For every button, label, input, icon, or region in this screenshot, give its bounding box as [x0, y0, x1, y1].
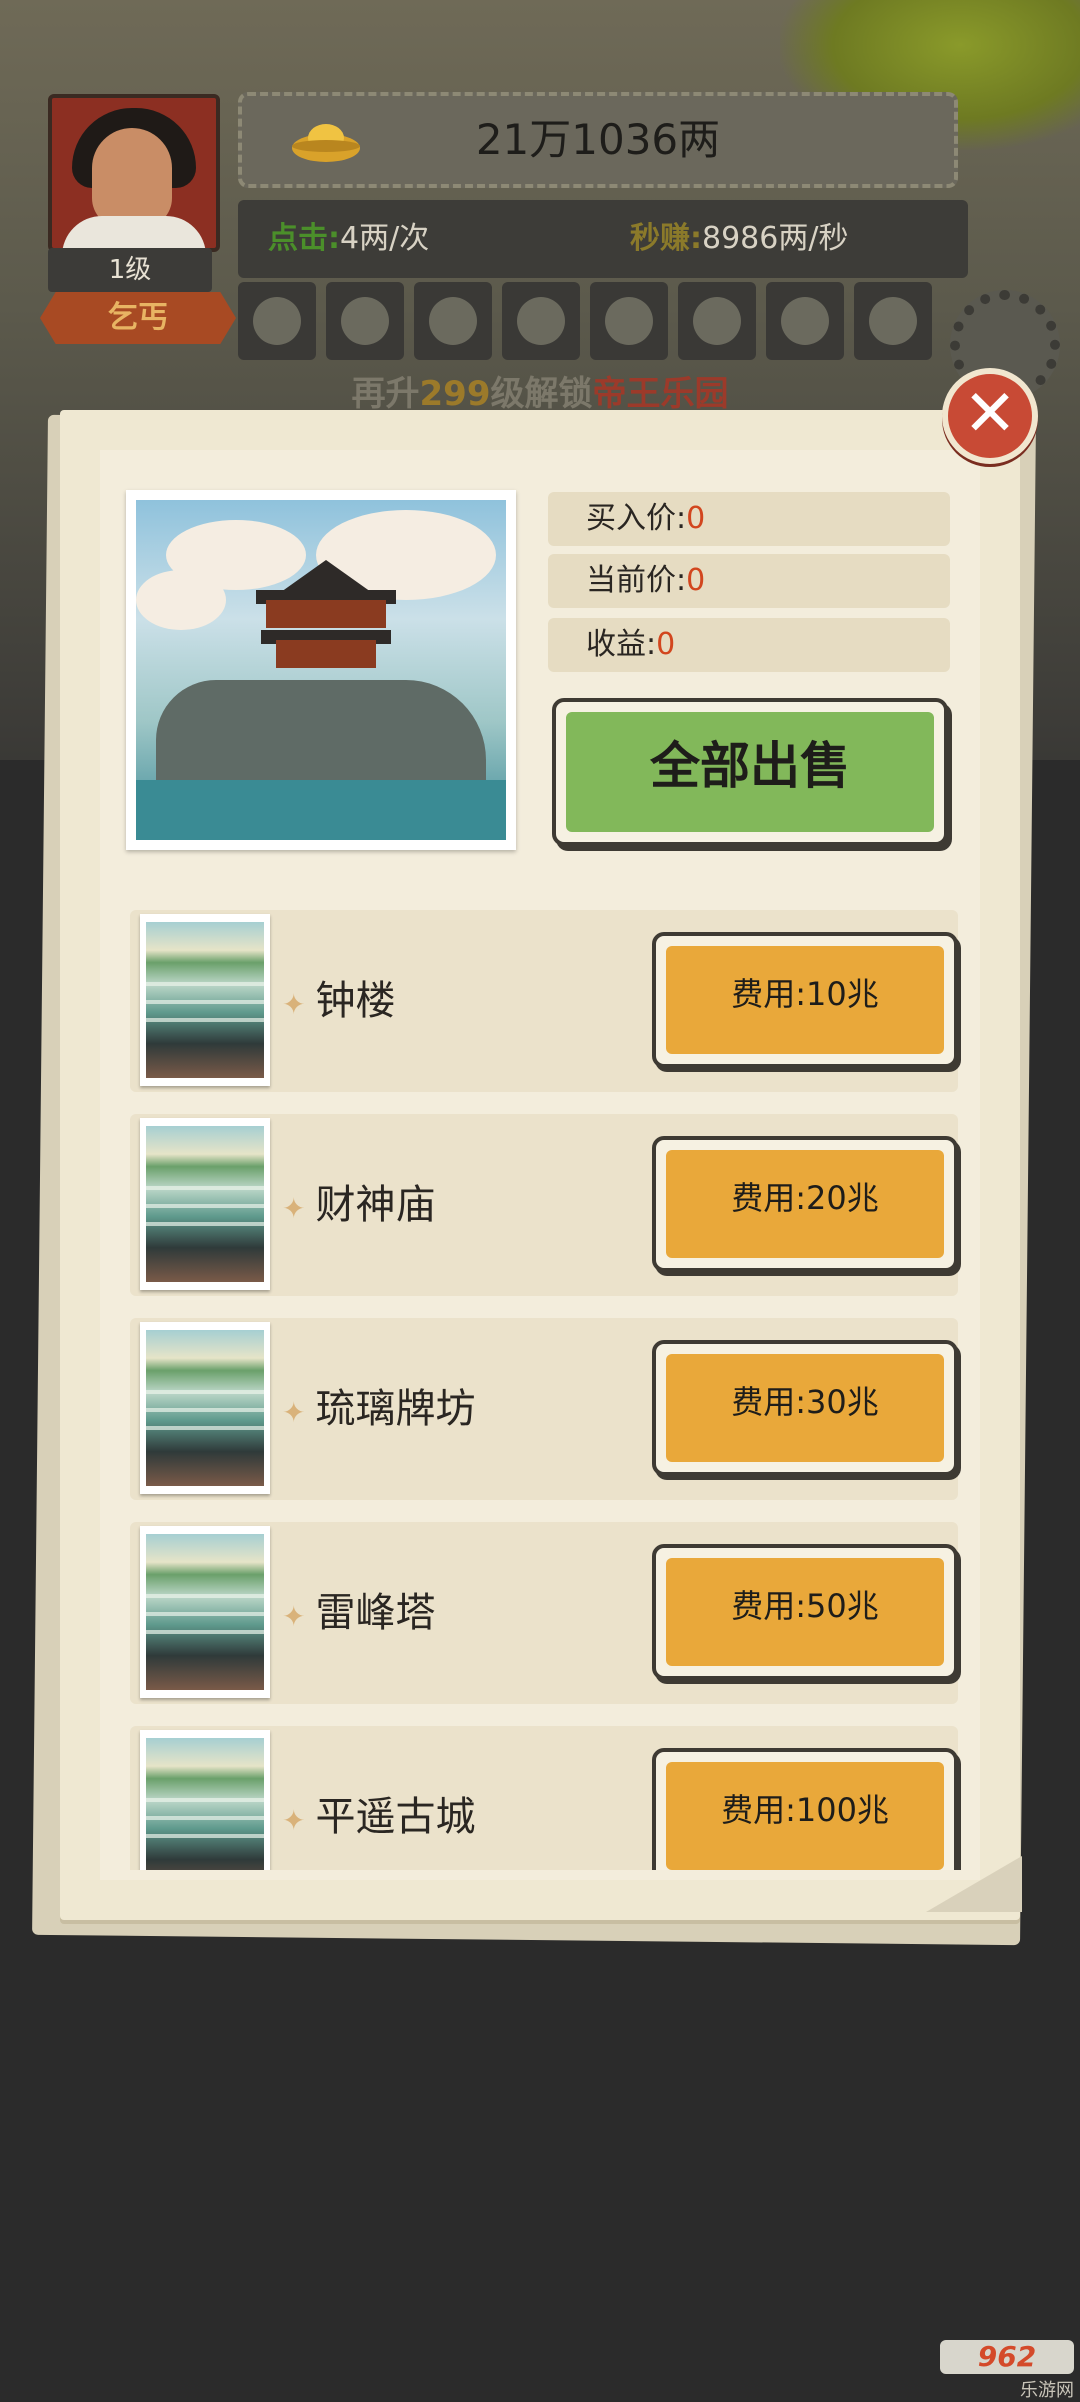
- sword-icon[interactable]: [766, 282, 844, 360]
- current-price-row: 当前价:0: [548, 554, 950, 608]
- cost-label: 费用:50兆: [666, 1558, 944, 1666]
- item-thumbnail: [140, 1526, 270, 1698]
- item-name: 钟楼: [315, 978, 396, 1024]
- diamond-icon: ✦: [282, 1396, 306, 1429]
- item-name: 琉璃牌坊: [315, 1386, 476, 1432]
- click-value: 4两/次: [340, 221, 430, 256]
- landmark-list[interactable]: ✦ 钟楼 费用:10兆 ✦ 财神庙 费用:20兆 ✦ 琉璃牌坊 费用:30兆 ✦ 雷峰塔…: [100, 900, 980, 1870]
- sell-all-label: 全部出售: [566, 712, 934, 832]
- flower-icon[interactable]: [854, 282, 932, 360]
- book-icon[interactable]: [590, 282, 668, 360]
- profit-value: 0: [656, 627, 676, 662]
- watermark-logo: 962: [940, 2340, 1074, 2374]
- watermark: 962 乐游网: [940, 2334, 1080, 2401]
- diamond-icon: ✦: [282, 1600, 306, 1633]
- list-item: ✦ 钟楼 费用:10兆: [130, 910, 958, 1092]
- cost-label: 费用:30兆: [666, 1354, 944, 1462]
- unlock-levels: 299: [419, 374, 491, 414]
- vase-icon[interactable]: [238, 282, 316, 360]
- per-second-value: 8986两/秒: [702, 221, 849, 256]
- pavilion-illustration: [136, 500, 506, 840]
- cost-label: 费用:100兆: [666, 1762, 944, 1870]
- income-stats: 点击:4两/次 秒赚:8986两/秒: [238, 200, 968, 278]
- profit-label: 收益:: [586, 627, 657, 662]
- item-slots: [238, 282, 938, 362]
- profit-row: 收益:0: [548, 618, 950, 672]
- diamond-icon: ✦: [282, 1804, 306, 1837]
- unlock-middle: 级解锁: [490, 374, 593, 414]
- buy-button[interactable]: 费用:50兆: [652, 1544, 958, 1680]
- landmark-image: [126, 490, 516, 850]
- click-income: 点击:4两/次: [268, 200, 429, 278]
- watermark-site: 乐游网: [1020, 2380, 1074, 2401]
- avatar-face: [92, 128, 172, 228]
- item-thumbnail: [140, 1322, 270, 1494]
- buy-price-label: 买入价:: [586, 501, 687, 536]
- plant-icon[interactable]: [678, 282, 756, 360]
- diamond-icon: ✦: [282, 988, 306, 1021]
- buy-button[interactable]: 费用:100兆: [652, 1748, 958, 1870]
- item-name: 雷峰塔: [315, 1590, 436, 1636]
- money-display: 21万1036两: [238, 92, 958, 188]
- list-item: ✦ 平遥古城 费用:100兆: [130, 1726, 958, 1870]
- unlock-hint: 再升299级解锁帝王乐园: [0, 366, 1080, 415]
- unlock-target: 帝王乐园: [592, 374, 729, 414]
- current-price-value: 0: [686, 563, 706, 598]
- unlock-prefix: 再升: [351, 374, 420, 414]
- buy-price-row: 买入价:0: [548, 492, 950, 546]
- diamond-icon: ✦: [282, 1192, 306, 1225]
- avatar: [48, 94, 220, 252]
- list-item: ✦ 财神庙 费用:20兆: [130, 1114, 958, 1296]
- money-amount: 21万1036两: [475, 115, 721, 164]
- cost-label: 费用:10兆: [666, 946, 944, 1054]
- player-level: 1级: [48, 248, 212, 292]
- umbrella-icon[interactable]: [502, 282, 580, 360]
- sell-all-button[interactable]: 全部出售: [552, 698, 948, 846]
- buy-price-value: 0: [686, 501, 706, 536]
- item-name: 平遥古城: [315, 1794, 476, 1840]
- buy-button[interactable]: 费用:30兆: [652, 1340, 958, 1476]
- per-second-label: 秒赚:: [630, 221, 702, 256]
- item-thumbnail: [140, 1730, 270, 1870]
- item-thumbnail: [140, 914, 270, 1086]
- avatar-body: [62, 216, 206, 248]
- buy-button[interactable]: 费用:10兆: [652, 932, 958, 1068]
- buy-button[interactable]: 费用:20兆: [652, 1136, 958, 1272]
- item-thumbnail: [140, 1118, 270, 1290]
- cost-label: 费用:20兆: [666, 1150, 944, 1258]
- click-label: 点击:: [268, 221, 340, 256]
- lotus-icon[interactable]: [414, 282, 492, 360]
- current-price-label: 当前价:: [586, 563, 687, 598]
- per-second-income: 秒赚:8986两/秒: [630, 200, 848, 278]
- list-item: ✦ 琉璃牌坊 费用:30兆: [130, 1318, 958, 1500]
- player-card[interactable]: 1级 乞丐: [40, 86, 236, 346]
- item-name: 财神庙: [315, 1182, 436, 1228]
- list-item: ✦ 雷峰塔 费用:50兆: [130, 1522, 958, 1704]
- gold-ingot-icon[interactable]: [326, 282, 404, 360]
- rank-title-badge: 乞丐: [40, 292, 236, 344]
- close-button[interactable]: ✕: [942, 368, 1038, 464]
